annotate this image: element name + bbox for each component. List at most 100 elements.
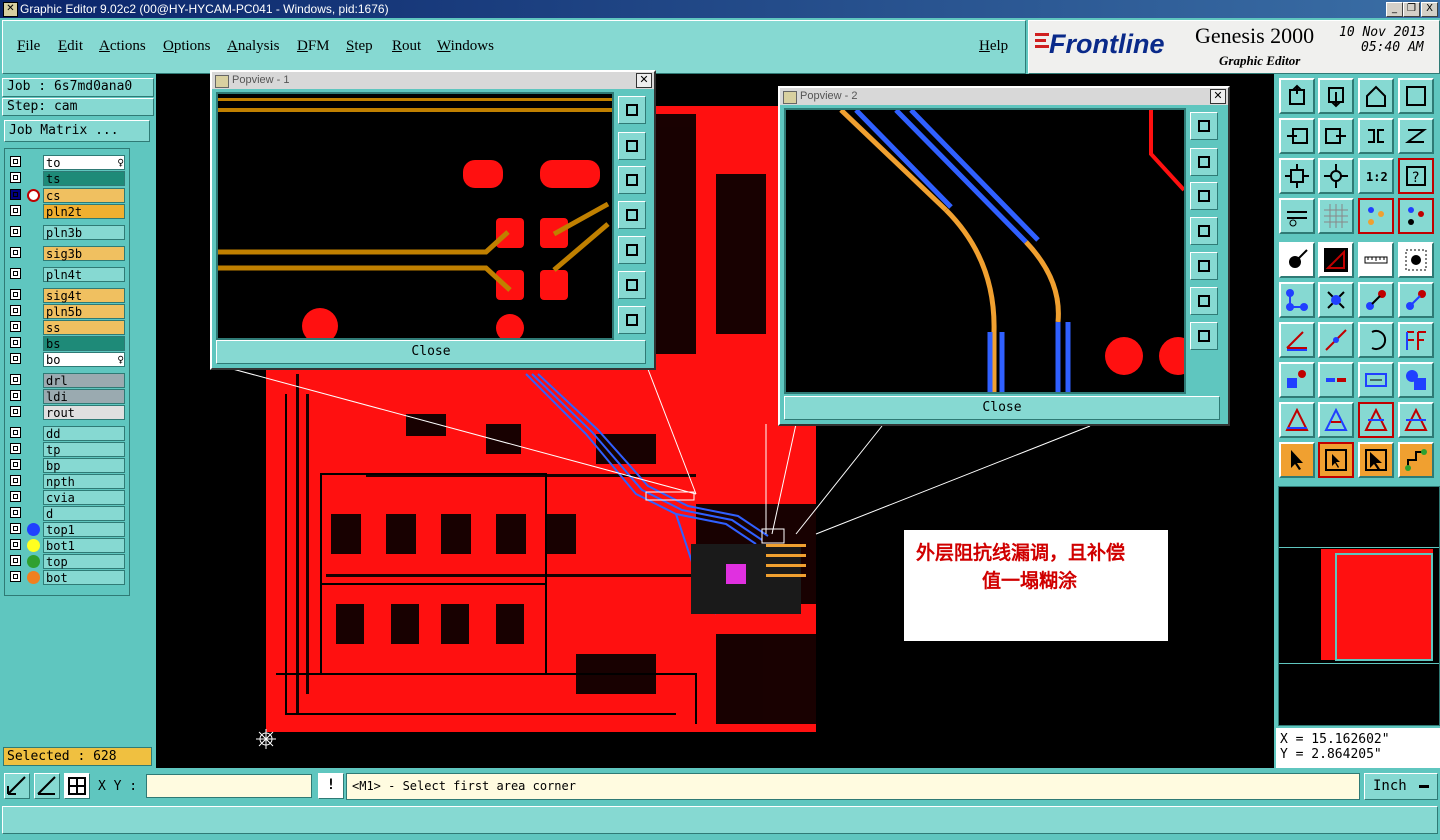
popview-1-close-button[interactable]: Close (216, 340, 646, 364)
layer-row-bot[interactable]: bot (7, 570, 127, 585)
popview-2-pan-right-icon[interactable] (1190, 252, 1218, 280)
layer-row-d[interactable]: d (7, 506, 127, 521)
move-pad-icon[interactable] (1358, 282, 1394, 318)
layer-row-bp[interactable]: bp (7, 458, 127, 473)
pan-right-icon[interactable] (1318, 118, 1354, 154)
layer-row-dd[interactable]: dd (7, 426, 127, 441)
layer-row-drl[interactable]: drl (7, 373, 127, 388)
layer-row-top1[interactable]: top1 (7, 522, 127, 537)
layer-checkbox[interactable] (10, 539, 21, 550)
select-pointer-icon[interactable] (1279, 442, 1315, 478)
popview-1-pan-right-icon[interactable] (618, 236, 646, 264)
overview-map[interactable] (1278, 486, 1440, 726)
triangle-icon[interactable] (1279, 402, 1315, 438)
house-icon[interactable] (1358, 78, 1394, 114)
popview-1-close-icon[interactable]: ✕ (636, 73, 652, 88)
layer-checkbox[interactable] (10, 406, 21, 417)
units-selector[interactable]: Inch (1364, 773, 1438, 800)
layer-row-pln2t[interactable]: pln2t (7, 204, 127, 219)
view-down-icon[interactable] (1318, 78, 1354, 114)
layer-row-pln5b[interactable]: pln5b (7, 304, 127, 319)
alert-icon[interactable]: ! (318, 773, 344, 799)
layer-checkbox[interactable] (10, 226, 21, 237)
layer-row-bot1[interactable]: bot1 (7, 538, 127, 553)
popview-2-zoom-icon[interactable] (1190, 112, 1218, 140)
layer-checkbox[interactable] (10, 172, 21, 183)
popview-2-close-icon[interactable]: ✕ (1210, 89, 1226, 104)
layer-row-top[interactable]: top (7, 554, 127, 569)
grid-snap-icon[interactable] (64, 773, 90, 799)
pad-select-icon[interactable] (1279, 242, 1315, 278)
redraw-icon[interactable] (1358, 118, 1394, 154)
tools-icon[interactable] (1279, 198, 1315, 234)
layer-row-sig3b[interactable]: sig3b (7, 246, 127, 261)
popview-2-view[interactable] (784, 108, 1186, 394)
text-tool-icon[interactable] (1398, 322, 1434, 358)
layer-checkbox[interactable] (10, 289, 21, 300)
layer-row-ldi[interactable]: ldi (7, 389, 127, 404)
zigzag-icon[interactable] (1398, 118, 1434, 154)
shape-icon[interactable] (1398, 362, 1434, 398)
menu-options[interactable]: Options (163, 38, 211, 55)
popview-2-pan-down-icon[interactable] (1190, 182, 1218, 210)
layer-checkbox[interactable] (10, 427, 21, 438)
layer-row-rout[interactable]: rout (7, 405, 127, 420)
menu-analysis[interactable]: Analysis (227, 38, 280, 55)
layer-checkbox[interactable] (10, 443, 21, 454)
layer-checkbox[interactable] (10, 491, 21, 502)
popview-2-center-icon[interactable] (1190, 322, 1218, 350)
angle-icon[interactable] (1318, 242, 1354, 278)
pad-frame-icon[interactable] (1398, 242, 1434, 278)
layer-row-bo[interactable]: bo ♀ (7, 352, 127, 367)
layer-checkbox[interactable] (10, 205, 21, 216)
popview-1-center-icon[interactable] (618, 306, 646, 334)
line-draw-icon[interactable] (1318, 322, 1354, 358)
select-box-icon[interactable] (1358, 442, 1394, 478)
menu-edit[interactable]: Edit (58, 38, 83, 55)
layer-row-cs[interactable]: cs (7, 188, 127, 203)
layer-checkbox[interactable] (10, 268, 21, 279)
layer-row-pln3b[interactable]: pln3b (7, 225, 127, 240)
measure-icon[interactable] (1358, 362, 1394, 398)
layer-row-cvia[interactable]: cvia (7, 490, 127, 505)
popview-1-pan-down-icon[interactable] (618, 166, 646, 194)
pad-add-icon[interactable] (1279, 362, 1315, 398)
layer-row-bs[interactable]: bs (7, 336, 127, 351)
line-angle-icon[interactable] (1279, 322, 1315, 358)
popview-2-pan-up-icon[interactable] (1190, 148, 1218, 176)
menu-file[interactable]: File (17, 38, 40, 55)
cross-delete-icon[interactable] (1318, 282, 1354, 318)
layer-row-pln4t[interactable]: pln4t (7, 267, 127, 282)
layer-color-icon[interactable] (1358, 198, 1394, 234)
popview-2-close-button[interactable]: Close (784, 396, 1220, 420)
copy-pad-icon[interactable] (1398, 282, 1434, 318)
layer-checkbox[interactable] (10, 156, 21, 167)
layer-row-ts[interactable]: ts (7, 171, 127, 186)
triangle-split-icon[interactable] (1398, 402, 1434, 438)
popview-1-pan-left-icon[interactable] (618, 201, 646, 229)
close-window-button[interactable]: X (1421, 2, 1438, 17)
frame-icon[interactable] (1398, 78, 1434, 114)
layer-checkbox[interactable] (10, 189, 21, 200)
popview-1-zoom-icon[interactable] (618, 96, 646, 124)
job-matrix-button[interactable]: Job Matrix ... (4, 120, 150, 142)
snap-icon[interactable] (4, 773, 30, 799)
net-connect-icon[interactable] (1279, 282, 1315, 318)
popview-1-pan-up-icon[interactable] (618, 132, 646, 160)
angle-snap-icon[interactable] (34, 773, 60, 799)
split-icon[interactable] (1318, 362, 1354, 398)
layer-checkbox[interactable] (10, 337, 21, 348)
layer-checkbox[interactable] (10, 374, 21, 385)
layer-checkbox[interactable] (10, 459, 21, 470)
layer-checkbox[interactable] (10, 475, 21, 486)
layer-checkbox[interactable] (10, 523, 21, 534)
ruler-icon[interactable] (1358, 242, 1394, 278)
triangle-outline-icon[interactable] (1318, 402, 1354, 438)
zoom-fit-icon[interactable] (1279, 158, 1315, 194)
popview-2-pan-left-icon[interactable] (1190, 217, 1218, 245)
popview-1-fit-icon[interactable] (618, 271, 646, 299)
layer-checkbox[interactable] (10, 390, 21, 401)
layer-checkbox[interactable] (10, 247, 21, 258)
menu-rout[interactable]: Rout (392, 38, 421, 55)
select-area-icon[interactable] (1318, 442, 1354, 478)
